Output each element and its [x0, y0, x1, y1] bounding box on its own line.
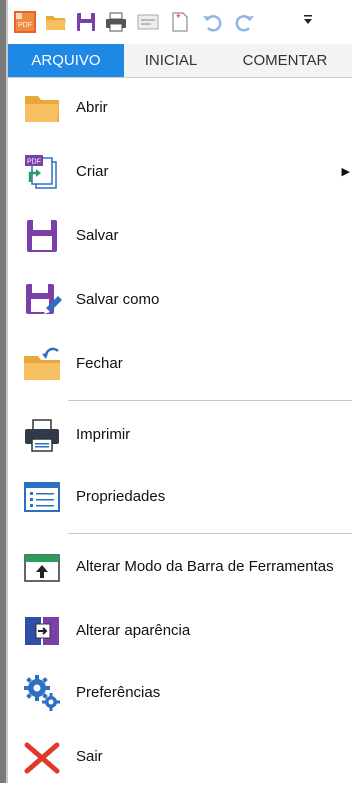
save-icon [22, 216, 62, 256]
menu-item-preferencias[interactable]: Preferências [8, 665, 352, 721]
menu-item-label: Abrir [76, 99, 108, 116]
customize-dropdown-icon[interactable] [303, 12, 313, 29]
printer-icon [22, 415, 62, 455]
appearance-icon [22, 611, 62, 651]
toolbar-mode-icon [22, 547, 62, 587]
menu-separator [68, 400, 352, 401]
file-menu: Abrir PDF Criar ▶ Salvar Salvar como Fec… [8, 78, 352, 783]
properties-icon [22, 477, 62, 517]
menu-item-label: Propriedades [76, 488, 166, 505]
tab-arquivo[interactable]: ARQUIVO [8, 44, 124, 77]
menu-item-label: Sair [76, 748, 103, 765]
menu-item-fechar[interactable]: Fechar [8, 336, 352, 392]
open-folder-icon [22, 88, 62, 128]
menu-item-abrir[interactable]: Abrir [8, 80, 352, 136]
menu-item-label: Imprimir [76, 426, 131, 443]
menu-item-salvar[interactable]: Salvar [8, 208, 352, 264]
save-as-icon [22, 280, 62, 320]
quick-access-toolbar: PDF * [8, 0, 352, 44]
print-icon[interactable] [104, 10, 128, 34]
svg-text:*: * [176, 11, 181, 25]
menu-item-label: Fechar [76, 355, 123, 372]
menu-item-label: Criar [76, 163, 109, 180]
menu-item-label: Preferências [76, 684, 161, 701]
svg-text:PDF: PDF [18, 22, 32, 29]
tab-comentar[interactable]: COMENTAR [218, 44, 352, 77]
undo-icon[interactable] [201, 10, 225, 34]
menu-item-alterar-aparencia[interactable]: Alterar aparência [8, 603, 352, 659]
open-folder-icon[interactable] [44, 10, 68, 34]
app-logo-icon[interactable]: PDF [13, 10, 37, 34]
exit-icon [22, 737, 62, 777]
menu-item-label: Salvar [76, 227, 119, 244]
submenu-arrow-icon: ▶ [341, 166, 350, 178]
menu-item-propriedades[interactable]: Propriedades [8, 469, 352, 525]
save-icon[interactable] [74, 10, 98, 34]
close-folder-icon [22, 344, 62, 384]
menu-item-label: Alterar aparência [76, 622, 191, 639]
preferences-gears-icon [22, 673, 62, 713]
tab-inicial[interactable]: INICIAL [124, 44, 218, 77]
form-icon[interactable] [136, 10, 160, 34]
menu-item-label: Alterar Modo da Barra de Ferramentas [76, 558, 334, 575]
menu-item-criar[interactable]: PDF Criar ▶ [8, 144, 352, 200]
menu-item-sair[interactable]: Sair [8, 729, 352, 785]
menu-item-label: Salvar como [76, 291, 160, 308]
ribbon-tab-bar: ARQUIVO INICIAL COMENTAR [8, 44, 352, 78]
menu-item-imprimir[interactable]: Imprimir [8, 407, 352, 463]
menu-item-salvar-como[interactable]: Salvar como [8, 272, 352, 328]
menu-item-alterar-modo-barra[interactable]: Alterar Modo da Barra de Ferramentas [8, 539, 352, 595]
redo-icon[interactable] [232, 10, 256, 34]
new-document-icon[interactable]: * [168, 10, 192, 34]
create-pdf-icon: PDF [22, 152, 62, 192]
svg-text:PDF: PDF [27, 159, 41, 166]
menu-separator [68, 533, 352, 534]
